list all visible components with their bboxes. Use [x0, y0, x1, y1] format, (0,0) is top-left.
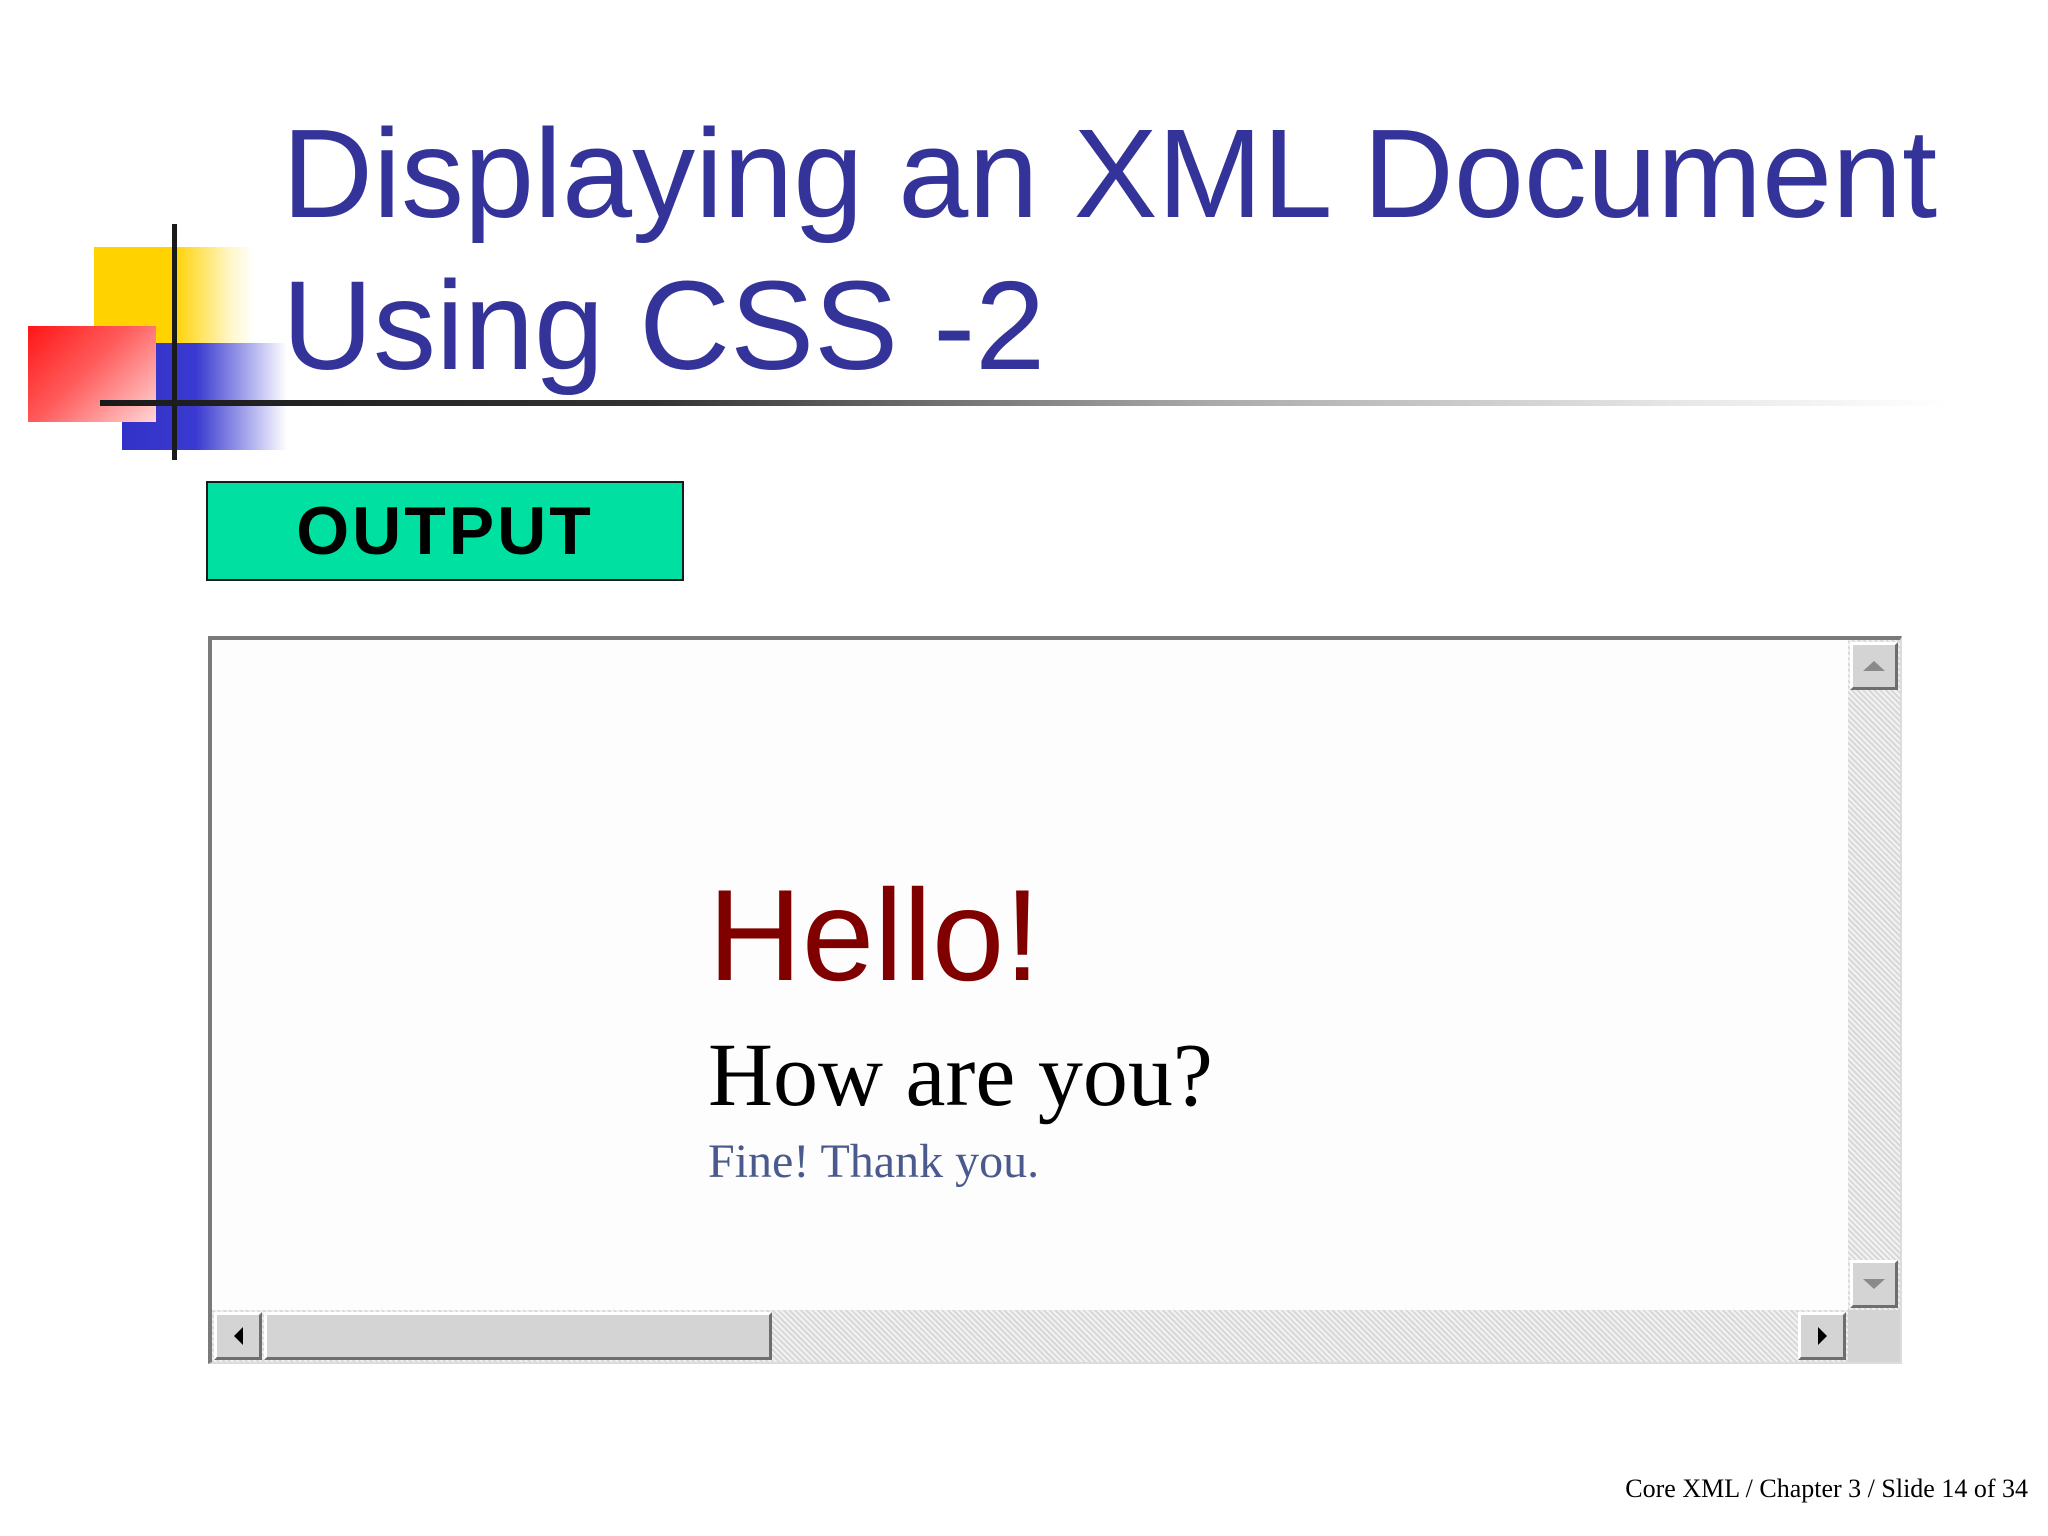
scroll-down-button[interactable]: [1850, 1260, 1898, 1308]
horizontal-scrollbar[interactable]: [212, 1310, 1848, 1362]
how-are-you-text: How are you?: [708, 1026, 1213, 1125]
slide-footer: Core XML / Chapter 3 / Slide 14 of 34: [1625, 1474, 2028, 1503]
slide-title: Displaying an XML Document Using CSS -2: [282, 98, 2022, 402]
fine-thank-you-text: Fine! Thank you.: [708, 1135, 1040, 1188]
slide-title-line-1: Displaying an XML Document: [282, 103, 1938, 244]
hello-text: Hello!: [708, 862, 1041, 1008]
scrollbar-corner: [1848, 1310, 1900, 1362]
browser-viewport: Hello! How are you? Fine! Thank you.: [212, 640, 1848, 1310]
scroll-right-button[interactable]: [1798, 1312, 1846, 1360]
scroll-up-button[interactable]: [1850, 642, 1898, 690]
logo-vertical-line: [172, 224, 177, 460]
arrow-left-icon: [233, 1327, 243, 1345]
arrow-down-icon: [1863, 1279, 1885, 1289]
output-badge: OUTPUT: [206, 481, 684, 581]
logo-red-square: [28, 326, 156, 422]
slide-title-line-2: Using CSS -2: [282, 255, 1046, 396]
scroll-left-button[interactable]: [214, 1312, 262, 1360]
horizontal-scroll-thumb[interactable]: [264, 1312, 772, 1360]
arrow-right-icon: [1817, 1327, 1827, 1345]
arrow-up-icon: [1863, 661, 1885, 671]
browser-window: Hello! How are you? Fine! Thank you.: [208, 636, 1902, 1364]
vertical-scrollbar[interactable]: [1848, 640, 1900, 1310]
